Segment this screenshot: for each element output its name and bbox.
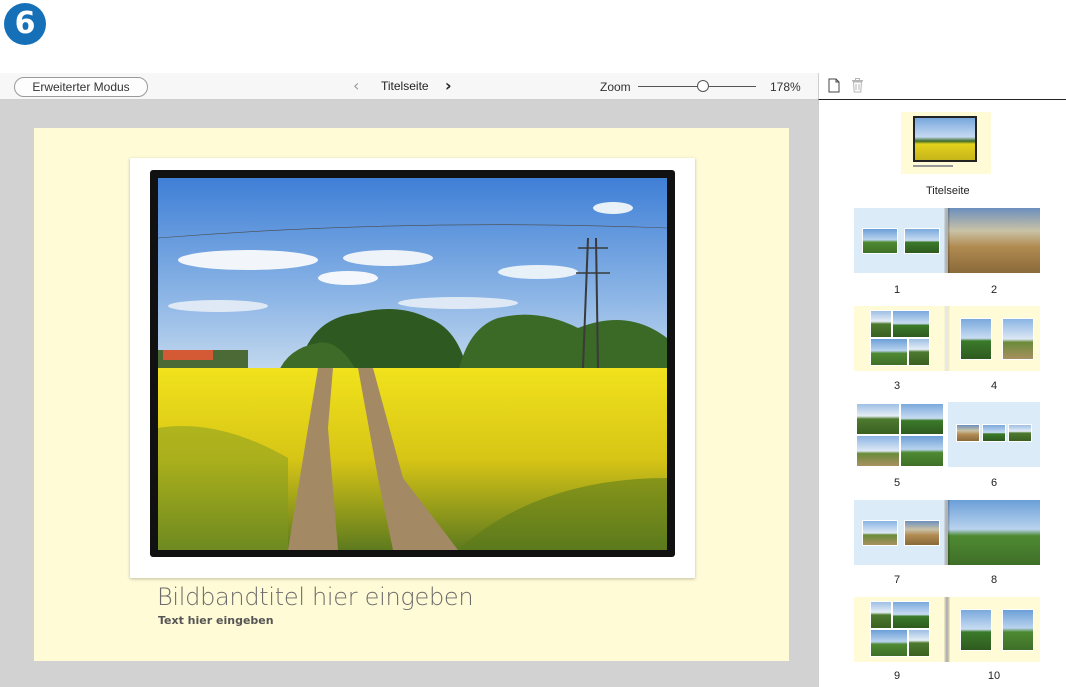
thumbnail-photo xyxy=(900,403,944,435)
thumbnail-photo xyxy=(870,310,892,338)
next-page-icon[interactable]: › xyxy=(445,76,452,96)
page-thumbnail-9 xyxy=(854,597,946,662)
trash-icon[interactable] xyxy=(851,78,864,93)
thumbnail-photo xyxy=(948,500,1040,565)
spread-fold xyxy=(944,500,950,565)
photo-card[interactable] xyxy=(130,158,695,578)
current-page-title: Titelseite xyxy=(381,79,429,93)
step-number-badge: 6 xyxy=(4,3,46,45)
page-number-2: 2 xyxy=(990,284,998,296)
thumbnail-photo xyxy=(960,609,992,651)
cover-thumbnail-photo xyxy=(913,116,977,162)
editor-toolbar: Erweiterter Modus ‹ Titelseite › Zoom 17… xyxy=(0,73,818,100)
pages-panel: Titelseite 1 2 3 4 5 6 7 8 9 10 xyxy=(818,100,1066,687)
page-thumbnail-4 xyxy=(948,306,1040,371)
page-thumbnail-2 xyxy=(948,208,1040,273)
page-thumbnail-7 xyxy=(854,500,946,565)
thumbnail-photo xyxy=(982,424,1006,442)
page-thumbnail-5 xyxy=(854,402,946,467)
thumbnail-photo xyxy=(904,228,940,254)
thumbnail-photo xyxy=(870,601,892,629)
thumbnail-photo xyxy=(956,424,980,442)
thumbnail-photo xyxy=(1002,609,1034,651)
cover-thumbnail-label: Titelseite xyxy=(926,185,970,197)
page-thumbnail-1 xyxy=(854,208,946,273)
new-page-icon[interactable] xyxy=(828,78,840,93)
thumbnail-photo xyxy=(862,228,898,254)
page-number-10: 10 xyxy=(987,670,1001,682)
thumbnail-photo xyxy=(856,435,900,467)
thumbnail-photo xyxy=(1002,318,1034,360)
thumbnail-photo xyxy=(948,208,1040,273)
thumbnail-photo xyxy=(892,601,930,629)
thumbnail-photo xyxy=(900,435,944,467)
page-thumbnail-8 xyxy=(948,500,1040,565)
thumbnail-photo xyxy=(908,629,930,657)
thumbnail-photo xyxy=(892,310,930,338)
thumbnail-photo xyxy=(870,338,908,366)
page-number-1: 1 xyxy=(893,284,901,296)
rapeseed-field-image xyxy=(158,178,667,550)
page-number-5: 5 xyxy=(893,477,901,489)
page-number-3: 3 xyxy=(893,380,901,392)
thumbnail-photo xyxy=(960,318,992,360)
thumbnail-photo xyxy=(862,520,898,546)
cover-photo[interactable] xyxy=(158,178,667,550)
spread-fold xyxy=(944,208,950,273)
book-subtitle-placeholder[interactable]: Text hier eingeben xyxy=(158,614,274,627)
zoom-slider-handle[interactable] xyxy=(696,80,709,92)
previous-page-icon[interactable]: ‹ xyxy=(353,76,359,96)
pages-toolbar xyxy=(818,73,1066,100)
page-thumbnail-6 xyxy=(948,402,1040,467)
thumbnail-photo xyxy=(904,520,940,546)
thumbnail-photo xyxy=(856,403,900,435)
cover-page[interactable]: Bildbandtitel hier eingeben Text hier ei… xyxy=(34,128,789,661)
spread-thumbnail-5-6[interactable] xyxy=(854,402,1040,467)
page-thumbnail-3 xyxy=(854,306,946,371)
book-title-placeholder[interactable]: Bildbandtitel hier eingeben xyxy=(157,583,474,611)
photo-frame xyxy=(150,170,675,557)
advanced-mode-button[interactable]: Erweiterter Modus xyxy=(14,77,148,97)
spread-thumbnail-7-8[interactable] xyxy=(854,500,1040,565)
page-number-6: 6 xyxy=(990,477,998,489)
spread-fold xyxy=(944,306,950,371)
page-number-8: 8 xyxy=(990,574,998,586)
spread-fold xyxy=(944,597,950,662)
thumbnail-photo xyxy=(908,338,930,366)
editor-canvas: Bildbandtitel hier eingeben Text hier ei… xyxy=(0,100,818,687)
zoom-value: 178% xyxy=(770,80,801,94)
zoom-label: Zoom xyxy=(600,80,631,94)
page-number-9: 9 xyxy=(893,670,901,682)
page-thumbnail-10 xyxy=(948,597,1040,662)
spread-thumbnail-1-2[interactable] xyxy=(854,208,1040,273)
thumbnail-photo xyxy=(870,629,908,657)
page-number-7: 7 xyxy=(893,574,901,586)
page-number-4: 4 xyxy=(990,380,998,392)
cover-thumbnail-title-line xyxy=(913,165,953,167)
thumbnail-photo xyxy=(1008,424,1032,442)
cover-thumbnail[interactable] xyxy=(901,112,991,174)
spread-thumbnail-3-4[interactable] xyxy=(854,306,1040,371)
spread-thumbnail-9-10[interactable] xyxy=(854,597,1040,662)
